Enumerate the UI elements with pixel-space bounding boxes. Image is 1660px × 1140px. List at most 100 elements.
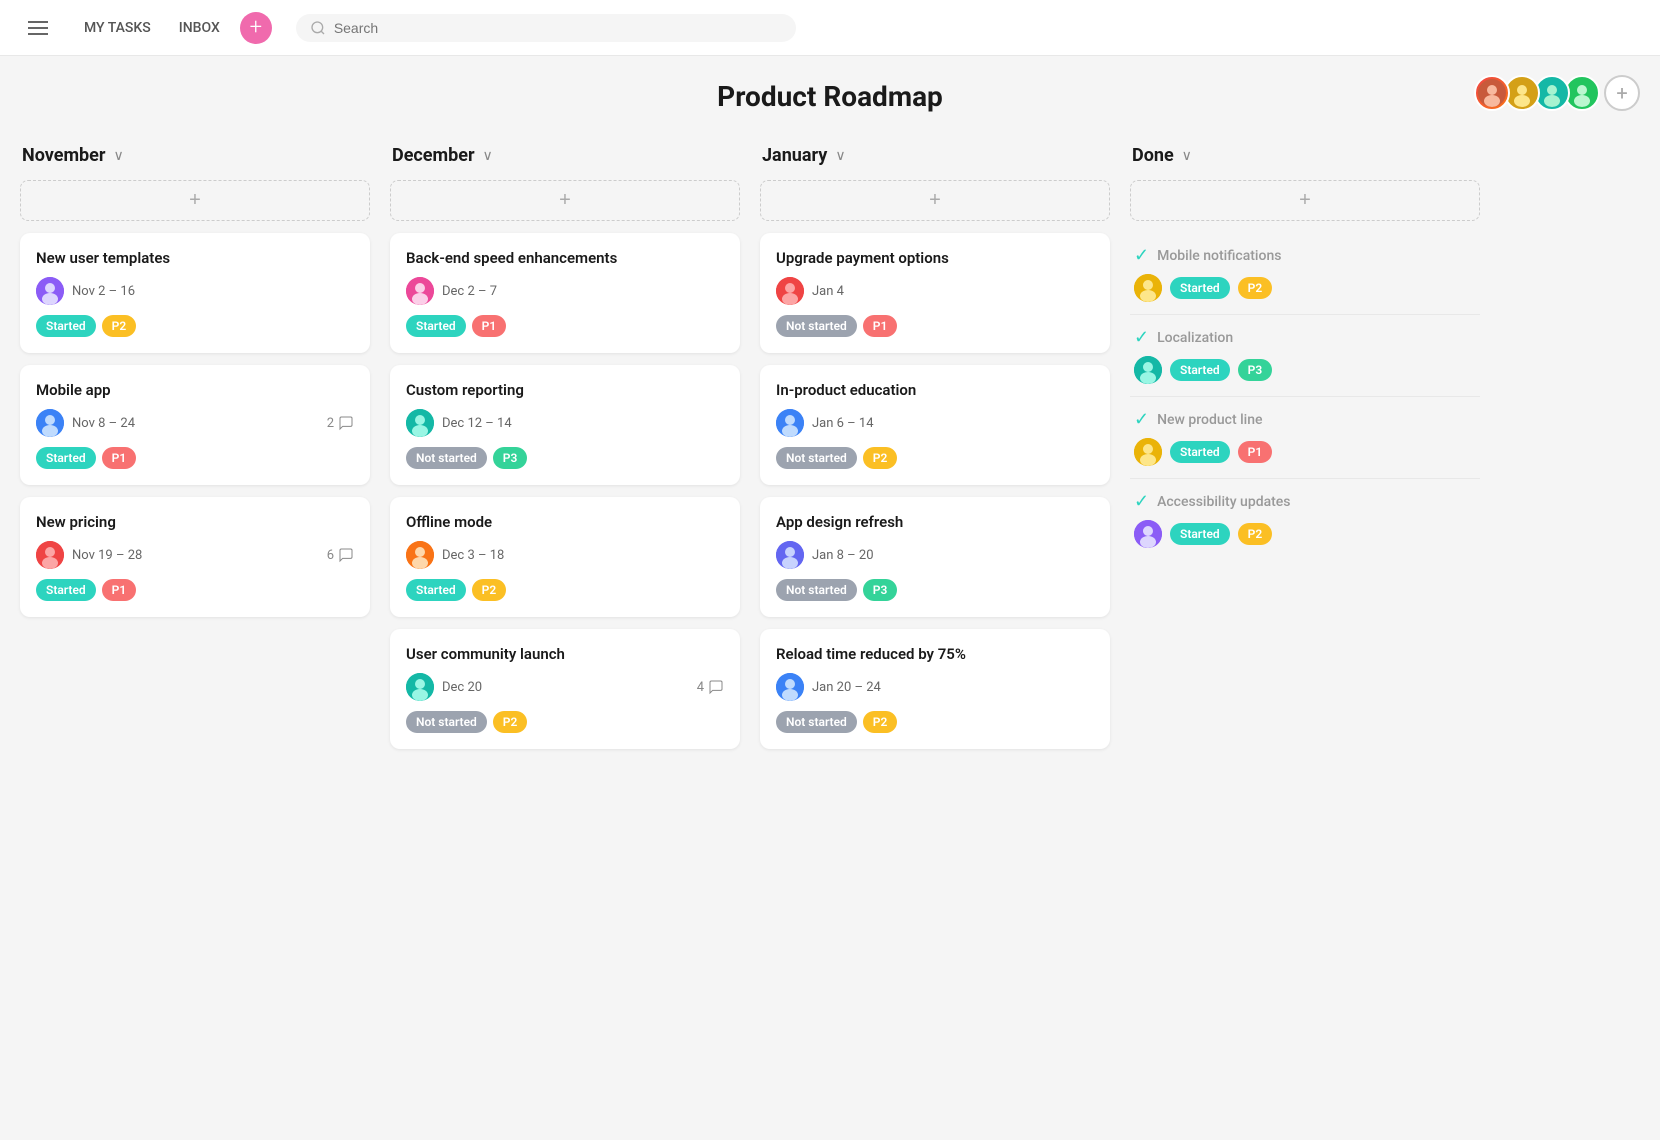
card-meta: Jan 8 – 20 <box>776 541 1094 569</box>
add-button[interactable]: + <box>240 12 272 44</box>
column-november: November ∨ + New user templates Nov 2 – … <box>20 145 370 761</box>
card-avatar <box>1134 438 1162 466</box>
card-avatar <box>406 277 434 305</box>
card-title: Custom reporting <box>406 381 724 399</box>
card-title: New product line <box>1157 412 1262 428</box>
priority-badge: P2 <box>1238 277 1273 299</box>
column-title-january: January <box>762 145 827 166</box>
card-user-community-launch[interactable]: User community launch Dec 20 4 Not start… <box>390 629 740 749</box>
card-meta: Dec 3 – 18 <box>406 541 724 569</box>
status-badge: Started <box>406 315 466 337</box>
card-new-user-templates[interactable]: New user templates Nov 2 – 16 Started P2 <box>20 233 370 353</box>
card-avatar <box>776 277 804 305</box>
card-avatar <box>406 409 434 437</box>
check-icon: ✓ <box>1134 409 1149 430</box>
comment-count: 4 <box>697 679 724 695</box>
card-avatar <box>36 409 64 437</box>
column-december: December ∨ + Back-end speed enhancements… <box>390 145 740 761</box>
priority-badge: P3 <box>493 447 528 469</box>
card-title: Mobile notifications <box>1157 248 1281 264</box>
card-avatar <box>1134 274 1162 302</box>
done-title-row: ✓ Mobile notifications <box>1134 245 1476 266</box>
card-avatar <box>776 409 804 437</box>
add-card-btn-december[interactable]: + <box>390 180 740 221</box>
card-localization[interactable]: ✓ Localization Started P3 <box>1130 315 1480 397</box>
add-card-btn-november[interactable]: + <box>20 180 370 221</box>
column-header-done: Done ∨ <box>1130 145 1480 166</box>
column-chevron-done[interactable]: ∨ <box>1182 148 1192 164</box>
add-member-button[interactable]: + <box>1604 75 1640 111</box>
status-badge: Started <box>1170 523 1230 545</box>
comment-icon <box>338 547 354 563</box>
page-title: Product Roadmap <box>717 80 943 113</box>
priority-badge: P2 <box>493 711 528 733</box>
comment-count: 6 <box>327 547 354 563</box>
card-title: Reload time reduced by 75% <box>776 645 1094 663</box>
status-badge: Not started <box>406 711 487 733</box>
card-mobile-notifications[interactable]: ✓ Mobile notifications Started P2 <box>1130 233 1480 315</box>
card-avatar <box>36 277 64 305</box>
card-tags: Started P2 <box>406 579 724 601</box>
my-tasks-link[interactable]: MY TASKS <box>72 14 163 42</box>
card-meta: Nov 19 – 28 6 <box>36 541 354 569</box>
card-new-product-line[interactable]: ✓ New product line Started P1 <box>1130 397 1480 479</box>
add-card-btn-january[interactable]: + <box>760 180 1110 221</box>
priority-badge: P3 <box>863 579 898 601</box>
card-avatar <box>1134 356 1162 384</box>
status-badge: Started <box>36 579 96 601</box>
column-header-january: January ∨ <box>760 145 1110 166</box>
check-icon: ✓ <box>1134 245 1149 266</box>
card-backend-speed[interactable]: Back-end speed enhancements Dec 2 – 7 St… <box>390 233 740 353</box>
add-card-btn-done[interactable]: + <box>1130 180 1480 221</box>
card-avatar <box>776 541 804 569</box>
avatar-group <box>1474 75 1600 111</box>
column-chevron-november[interactable]: ∨ <box>113 148 123 164</box>
card-new-pricing[interactable]: New pricing Nov 19 – 28 6 Started P1 <box>20 497 370 617</box>
priority-badge: P2 <box>863 711 898 733</box>
card-tags: Started P1 <box>406 315 724 337</box>
check-icon: ✓ <box>1134 491 1149 512</box>
card-meta: Jan 6 – 14 <box>776 409 1094 437</box>
top-nav: MY TASKS INBOX + <box>0 0 1660 56</box>
column-chevron-december[interactable]: ∨ <box>483 148 493 164</box>
card-meta: Dec 12 – 14 <box>406 409 724 437</box>
column-title-november: November <box>22 145 105 166</box>
priority-badge: P2 <box>472 579 507 601</box>
column-done: Done ∨ + ✓ Mobile notifications Started … <box>1130 145 1480 761</box>
column-title-december: December <box>392 145 475 166</box>
card-meta: Started P2 <box>1134 520 1476 548</box>
card-app-design-refresh[interactable]: App design refresh Jan 8 – 20 Not starte… <box>760 497 1110 617</box>
hamburger-menu[interactable] <box>20 13 56 43</box>
card-offline-mode[interactable]: Offline mode Dec 3 – 18 Started P2 <box>390 497 740 617</box>
search-bar <box>296 14 796 42</box>
check-icon: ✓ <box>1134 327 1149 348</box>
avatar-1[interactable] <box>1474 75 1510 111</box>
card-reload-time[interactable]: Reload time reduced by 75% Jan 20 – 24 N… <box>760 629 1110 749</box>
card-upgrade-payment[interactable]: Upgrade payment options Jan 4 Not starte… <box>760 233 1110 353</box>
column-january: January ∨ + Upgrade payment options Jan … <box>760 145 1110 761</box>
search-input[interactable] <box>334 20 782 36</box>
card-meta: Jan 20 – 24 <box>776 673 1094 701</box>
card-date: Dec 20 <box>442 680 482 695</box>
card-accessibility-updates[interactable]: ✓ Accessibility updates Started P2 <box>1130 479 1480 560</box>
card-meta: Started P1 <box>1134 438 1476 466</box>
status-badge: Started <box>1170 277 1230 299</box>
column-chevron-january[interactable]: ∨ <box>835 148 845 164</box>
card-in-product-education[interactable]: In-product education Jan 6 – 14 Not star… <box>760 365 1110 485</box>
card-date: Dec 2 – 7 <box>442 284 497 299</box>
priority-badge: P1 <box>472 315 507 337</box>
card-avatar <box>406 673 434 701</box>
inbox-link[interactable]: INBOX <box>167 14 232 42</box>
column-title-done: Done <box>1132 145 1174 166</box>
status-badge: Started <box>1170 359 1230 381</box>
card-meta: Dec 2 – 7 <box>406 277 724 305</box>
card-date: Jan 20 – 24 <box>812 680 881 695</box>
card-custom-reporting[interactable]: Custom reporting Dec 12 – 14 Not started… <box>390 365 740 485</box>
card-mobile-app[interactable]: Mobile app Nov 8 – 24 2 Started P1 <box>20 365 370 485</box>
priority-badge: P1 <box>1238 441 1273 463</box>
card-avatar <box>776 673 804 701</box>
card-date: Jan 4 <box>812 284 844 299</box>
card-title: User community launch <box>406 645 724 663</box>
card-title: Back-end speed enhancements <box>406 249 724 267</box>
card-title: Localization <box>1157 330 1233 346</box>
